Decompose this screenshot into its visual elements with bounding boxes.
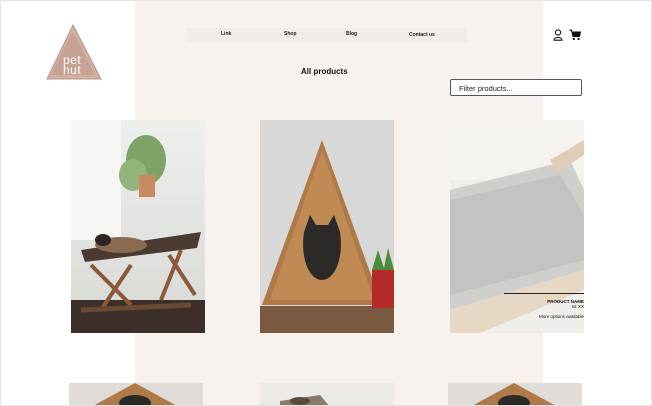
wooden-cat-house-photo — [448, 383, 582, 405]
wooden-cat-house-photo — [69, 383, 203, 405]
product-card[interactable] — [448, 383, 582, 405]
nav-shop[interactable]: Shop — [284, 31, 297, 37]
divider — [504, 293, 584, 294]
main-nav: Link Shop Blog Contact us — [187, 28, 467, 42]
cat-on-bed-photo — [260, 383, 394, 405]
filter-input[interactable]: Filter products... — [450, 79, 582, 96]
more-options-text[interactable]: More options available — [504, 314, 584, 319]
product-card[interactable]: PRODUCT NAME n£ XX More options availabl… — [450, 120, 584, 333]
cat-hammock-bed-photo — [71, 120, 205, 333]
nav-blog[interactable]: Blog — [346, 31, 357, 37]
product-card[interactable] — [260, 120, 394, 333]
product-card[interactable] — [69, 383, 203, 405]
nav-link[interactable]: Link — [221, 31, 231, 37]
page-title: All products — [301, 67, 348, 76]
product-card[interactable] — [71, 120, 205, 333]
nav-contact-us[interactable]: Contact us — [409, 32, 435, 38]
cart-icon[interactable] — [569, 28, 582, 46]
product-info-overlay: PRODUCT NAME n£ XX More options availabl… — [504, 293, 584, 319]
brand-logo[interactable]: pet hut — [45, 23, 105, 81]
wooden-triangle-cat-house-photo — [260, 120, 394, 333]
page-frame: pet hut Link Shop Blog Contact us All pr… — [0, 0, 652, 406]
product-card[interactable] — [260, 383, 394, 405]
user-icon[interactable] — [553, 28, 563, 46]
product-price: n£ XX — [571, 304, 584, 309]
logo-text: pet hut — [63, 53, 82, 77]
